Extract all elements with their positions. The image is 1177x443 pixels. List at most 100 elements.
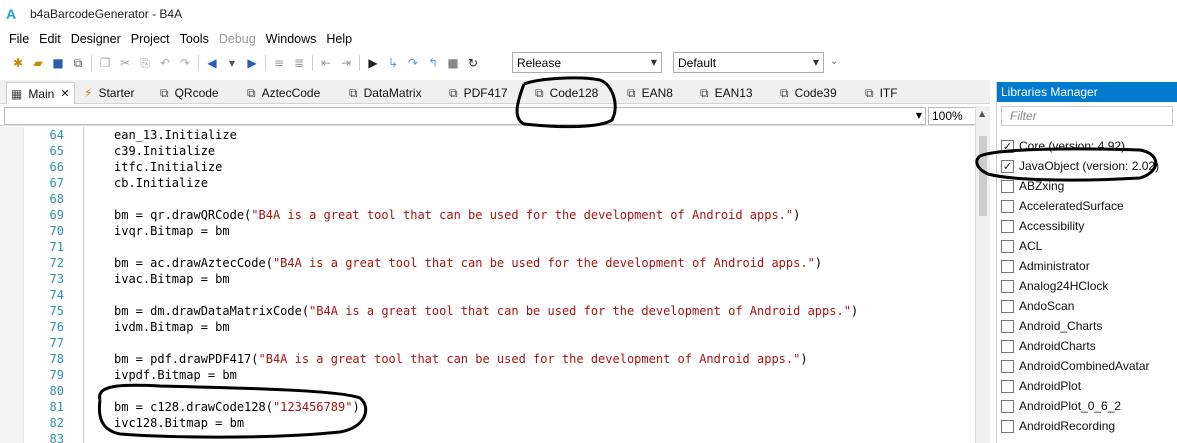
checkbox-icon[interactable] — [1001, 379, 1014, 393]
library-item[interactable]: ACL — [1001, 236, 1177, 256]
scrollbar-thumb[interactable] — [979, 136, 987, 216]
code-line[interactable]: 77 — [0, 335, 975, 351]
code-line[interactable]: 78 bm = pdf.drawPDF417("B4A is a great to… — [0, 351, 975, 367]
step-out-icon[interactable]: ↰ — [423, 53, 443, 73]
tab-ean13[interactable]: ⧉ EAN13 — [700, 82, 753, 104]
comment-icon[interactable]: ≡ — [269, 53, 289, 73]
tab-itf[interactable]: ⧉ ITF — [865, 82, 898, 104]
save-icon[interactable]: ■ — [48, 53, 68, 73]
code-line[interactable]: 67 cb.Initialize — [0, 175, 975, 191]
library-item[interactable]: ABZxing — [1001, 176, 1177, 196]
uncomment-icon[interactable]: ≣ — [289, 53, 309, 73]
code-line[interactable]: 70 ivqr.Bitmap = bm — [0, 223, 975, 239]
navigate-back-icon[interactable]: ◀ — [202, 53, 222, 73]
library-item[interactable]: AndroidCombinedAvatar — [1001, 356, 1177, 376]
checkbox-icon[interactable] — [1001, 239, 1014, 253]
step-over-icon[interactable]: ↷ — [403, 53, 423, 73]
code-line[interactable]: 73 ivac.Bitmap = bm — [0, 271, 975, 287]
library-item[interactable]: Android_Charts — [1001, 316, 1177, 336]
code-line[interactable]: 83 — [0, 431, 975, 443]
navigate-dropdown-icon[interactable]: ▼ — [222, 53, 242, 73]
library-item[interactable]: AndroidRecording — [1001, 416, 1177, 436]
checkbox-icon[interactable] — [1001, 419, 1014, 433]
menu-tools[interactable]: Tools — [175, 32, 214, 46]
stop-icon[interactable]: ■ — [443, 53, 463, 73]
tab-datamatrix[interactable]: ⧉ DataMatrix — [349, 82, 422, 104]
code-line[interactable]: 80 — [0, 383, 975, 399]
library-item[interactable]: AcceleratedSurface — [1001, 196, 1177, 216]
library-item[interactable]: AndroidPlot — [1001, 376, 1177, 396]
code-editor[interactable]: 64 ean_13.Initialize 65 c39.Initialize 66 itf… — [0, 127, 975, 443]
library-filter-input[interactable]: Filter — [1001, 106, 1173, 126]
code-line[interactable]: 71 — [0, 239, 975, 255]
outdent-icon[interactable]: ⇤ — [316, 53, 336, 73]
open-folder-icon[interactable]: ▰ — [28, 53, 48, 73]
restart-icon[interactable]: ↻ — [463, 53, 483, 73]
checkbox-icon[interactable] — [1001, 259, 1014, 273]
code-line[interactable]: 65 c39.Initialize — [0, 143, 975, 159]
code-line[interactable]: 81 bm = c128.drawCode128("123456789") — [0, 399, 975, 415]
tab-starter[interactable]: ⚡ Starter — [84, 82, 134, 104]
checkbox-icon[interactable] — [1001, 279, 1014, 293]
new-file-icon[interactable]: ✱ — [8, 53, 28, 73]
code-line[interactable]: 79 ivpdf.Bitmap = bm — [0, 367, 975, 383]
code-line[interactable]: 64 ean_13.Initialize — [0, 127, 975, 143]
paste-icon[interactable]: ⎘ — [135, 53, 155, 73]
code-line[interactable]: 69 bm = qr.drawQRCode("B4A is a great too… — [0, 207, 975, 223]
library-item[interactable]: AndroidCharts — [1001, 336, 1177, 356]
library-item[interactable]: AndoScan — [1001, 296, 1177, 316]
code-line[interactable]: 66 itfc.Initialize — [0, 159, 975, 175]
editor-scrollbar[interactable]: ▲ — [975, 106, 990, 443]
checkbox-icon[interactable] — [1001, 219, 1014, 233]
code-line[interactable]: 68 — [0, 191, 975, 207]
tab-code128[interactable]: ⧉ Code128 — [535, 82, 598, 104]
save-all-icon[interactable]: ⧉ — [68, 53, 88, 73]
tab-main[interactable]: ▦ Main ✕ — [6, 82, 75, 104]
indent-icon[interactable]: ⇥ — [336, 53, 356, 73]
checkbox-icon[interactable] — [1001, 319, 1014, 333]
menu-edit[interactable]: Edit — [34, 32, 66, 46]
navigate-forward-icon[interactable]: ▶ — [242, 53, 262, 73]
tab-qrcode[interactable]: ⧉ QRcode — [160, 82, 219, 104]
code-line[interactable]: 72 bm = ac.drawAztecCode("B4A is a great … — [0, 255, 975, 271]
device-config-dropdown[interactable]: Default ▼ — [673, 52, 824, 73]
cut-icon[interactable]: ✂ — [115, 53, 135, 73]
build-config-dropdown[interactable]: Release ▼ — [512, 52, 662, 73]
menu-project[interactable]: Project — [126, 32, 175, 46]
menu-file[interactable]: File — [4, 32, 34, 46]
code-line[interactable]: 74 — [0, 287, 975, 303]
code-line[interactable]: 76 ivdm.Bitmap = bm — [0, 319, 975, 335]
undo-icon[interactable]: ↶ — [155, 53, 175, 73]
tab-ean8[interactable]: ⧉ EAN8 — [627, 82, 673, 104]
step-in-icon[interactable]: ↳ — [383, 53, 403, 73]
code-line[interactable]: 75 bm = dm.drawDataMatrixCode("B4A is a g… — [0, 303, 975, 319]
copy-icon[interactable]: ❐ — [95, 53, 115, 73]
menu-designer[interactable]: Designer — [66, 32, 126, 46]
library-item[interactable]: Analog24HClock — [1001, 276, 1177, 296]
checkbox-icon[interactable] — [1001, 199, 1014, 213]
checkbox-icon[interactable] — [1001, 339, 1014, 353]
checkbox-checked-icon[interactable]: ✓ — [1001, 139, 1014, 153]
sub-selector-dropdown[interactable]: ▼ — [4, 107, 926, 125]
close-icon[interactable]: ✕ — [60, 87, 69, 100]
tab-code39[interactable]: ⧉ Code39 — [780, 82, 837, 104]
tab-pdf417[interactable]: ⧉ PDF417 — [449, 82, 508, 104]
menu-help[interactable]: Help — [321, 32, 357, 46]
checkbox-icon[interactable] — [1001, 299, 1014, 313]
tab-azteccode[interactable]: ⧉ AztecCode — [247, 82, 320, 104]
redo-icon[interactable]: ↷ — [175, 53, 195, 73]
code-line[interactable]: 82 ivc128.Bitmap = bm — [0, 415, 975, 431]
library-item[interactable]: AndroidPlot_0_6_2 — [1001, 396, 1177, 416]
library-item[interactable]: Accessibility — [1001, 216, 1177, 236]
run-icon[interactable]: ▶ — [363, 53, 383, 73]
library-item[interactable]: ✓ JavaObject (version: 2.02) — [1001, 156, 1177, 176]
checkbox-checked-icon[interactable]: ✓ — [1001, 159, 1014, 173]
checkbox-icon[interactable] — [1001, 179, 1014, 193]
menu-windows[interactable]: Windows — [261, 32, 322, 46]
checkbox-icon[interactable] — [1001, 359, 1014, 373]
checkbox-icon[interactable] — [1001, 399, 1014, 413]
library-item[interactable]: ✓ Core (version: 4.92) — [1001, 136, 1177, 156]
scroll-up-icon[interactable]: ▲ — [979, 109, 985, 118]
library-item[interactable]: Administrator — [1001, 256, 1177, 276]
toolbar-overflow-icon[interactable]: ⌄ — [830, 56, 838, 67]
